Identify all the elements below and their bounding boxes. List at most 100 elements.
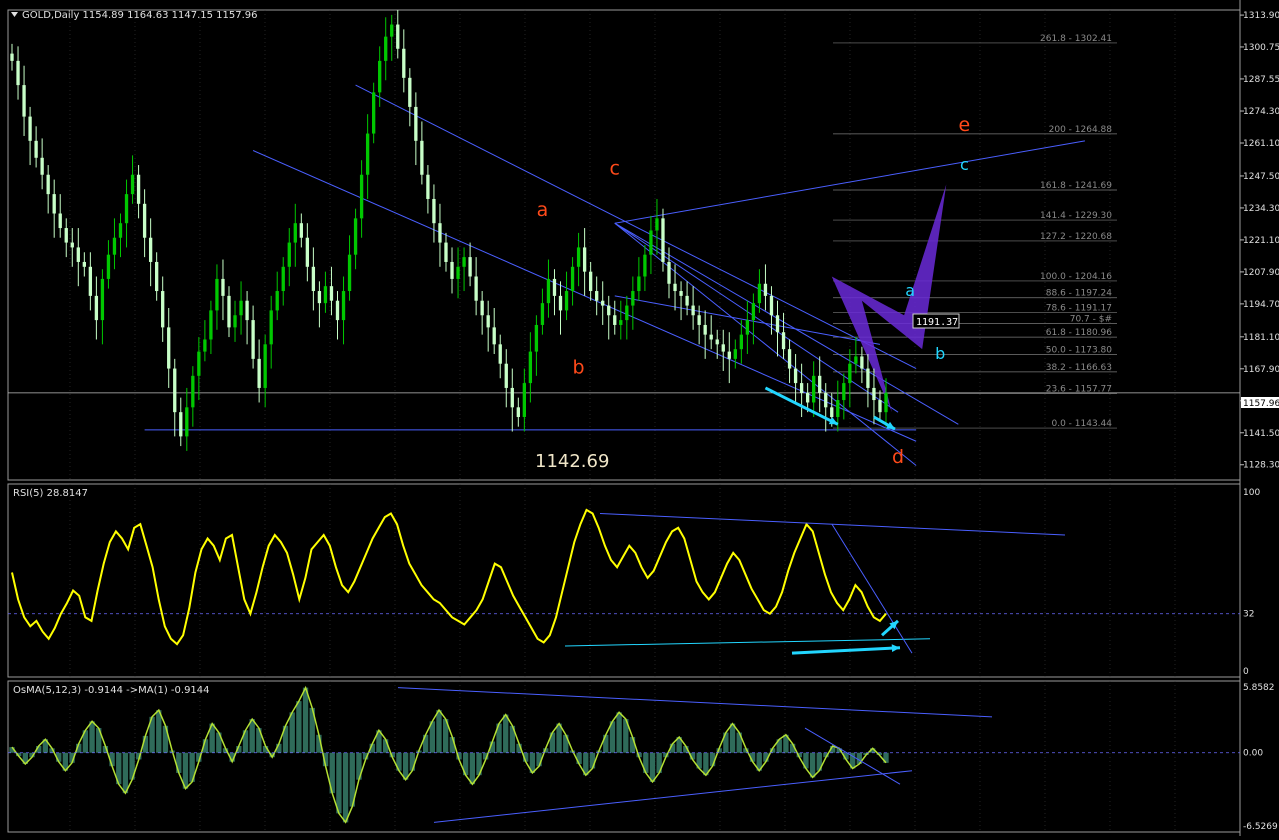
candle-body	[402, 48, 406, 78]
candle-body	[775, 315, 780, 333]
candle-body	[516, 407, 520, 418]
candle-body	[799, 383, 804, 393]
candle-body	[167, 327, 171, 369]
candle-body	[245, 300, 249, 321]
candle-body	[76, 247, 80, 262]
candle-body	[613, 315, 617, 325]
candle-body	[643, 254, 647, 277]
rsi-line	[11, 508, 887, 646]
axis-tick-label: 1287.55	[1243, 75, 1279, 85]
candle-body	[173, 368, 177, 413]
candle-body	[866, 368, 870, 388]
candle-body	[679, 291, 683, 296]
candle-body	[745, 320, 750, 335]
candle-body	[28, 116, 32, 141]
candle-body	[197, 351, 201, 376]
candle-body	[94, 295, 99, 321]
fib-label: 100.0 - 1204.16	[1040, 272, 1112, 282]
candle-body	[10, 53, 14, 61]
collapse-arrow-icon[interactable]	[11, 12, 18, 17]
candle-body	[155, 261, 159, 292]
candle-body	[365, 133, 370, 175]
axis-tick-label: 1141.50	[1243, 429, 1279, 439]
candle-body	[40, 157, 44, 175]
candle-body	[227, 295, 231, 328]
axis-tick-label: 1194.70	[1243, 300, 1279, 310]
wave-label-orange: a	[537, 199, 549, 221]
candle-body	[546, 278, 551, 304]
candle-body	[179, 412, 183, 437]
candle-body	[64, 228, 68, 243]
candle-body	[275, 291, 279, 311]
candle-body	[112, 237, 117, 255]
candle-body	[371, 92, 376, 134]
candle-body	[335, 300, 340, 321]
candle-body	[426, 174, 430, 199]
candle-body	[450, 261, 454, 279]
candle-body	[504, 363, 508, 388]
axis-tick-label: 1221.10	[1243, 236, 1279, 246]
candle-body	[263, 344, 267, 388]
candle-body	[649, 230, 653, 255]
candle-body	[582, 247, 587, 272]
candle-body	[323, 286, 328, 304]
rsi-trendline	[831, 523, 913, 654]
candle-body	[58, 213, 62, 229]
wave-label-cyan: b	[935, 344, 945, 363]
candle-body	[293, 223, 297, 243]
candle-body	[16, 60, 20, 86]
axis-tick-label: 1274.30	[1243, 107, 1279, 117]
candle-body	[576, 247, 581, 267]
candle-body	[142, 203, 147, 238]
grid	[69, 10, 1176, 832]
osma-header: OsMA(5,12,3) -0.9144 ->MA(1) -0.9144	[13, 685, 210, 696]
last-price-label: 1157.96	[1243, 399, 1279, 409]
candle-body	[703, 324, 707, 335]
candle-body	[667, 261, 671, 284]
candle-body	[781, 332, 786, 350]
candle-body	[148, 237, 153, 262]
rsi-axis-label: 0	[1243, 667, 1249, 677]
candle-body	[709, 334, 713, 340]
wave-label-cyan: a	[905, 281, 915, 300]
candle-body	[631, 291, 635, 306]
candle-body	[269, 310, 273, 345]
price-level-label: 1142.69	[535, 451, 609, 472]
chart-canvas: 261.8 - 1302.41 200 - 1264.88 161.8 - 1241…	[7, 0, 1279, 836]
candle-body	[763, 283, 768, 296]
candle-body	[299, 223, 303, 238]
rsi-trendline	[564, 638, 931, 647]
candle-body	[492, 327, 496, 345]
candle-body	[751, 303, 756, 321]
candle-body	[872, 387, 876, 401]
axis-tick-label: 1128.30	[1243, 461, 1279, 471]
candle-body	[124, 194, 129, 224]
rsi-header: RSI(5) 28.8147	[13, 488, 88, 499]
candle-body	[88, 266, 93, 296]
chart-window: 261.8 - 1302.41 200 - 1264.88 161.8 - 1241…	[0, 0, 1279, 836]
candle-body	[329, 286, 334, 301]
candle-body	[510, 387, 514, 408]
fib-label: 38.2 - 1166.63	[1046, 363, 1112, 373]
candle-body	[384, 36, 388, 61]
candle-body	[239, 300, 243, 316]
candle-body	[480, 300, 484, 316]
candle-body	[221, 278, 225, 296]
candle-body	[733, 349, 737, 359]
axis-tick-label: 1181.10	[1243, 333, 1279, 343]
candle-body	[420, 140, 424, 175]
candle-body	[305, 237, 310, 267]
candle-body	[209, 310, 213, 340]
osma-panel: 5.8582 0.00 -6.5269	[8, 683, 1278, 832]
rsi-frame	[7, 483, 1241, 678]
candle-body	[595, 291, 599, 301]
fib-label: 141.4 - 1229.30	[1040, 211, 1112, 221]
fib-label: 78.6 - 1191.17	[1046, 303, 1112, 313]
candle-body	[287, 242, 291, 267]
candle-body	[317, 291, 322, 304]
main-panel-labels: a b c d e a b c	[537, 114, 971, 468]
candle-body	[637, 276, 641, 292]
wave-label-cyan: c	[960, 155, 969, 174]
fib-label: 161.8 - 1241.69	[1040, 181, 1112, 191]
candle-body	[203, 339, 207, 352]
